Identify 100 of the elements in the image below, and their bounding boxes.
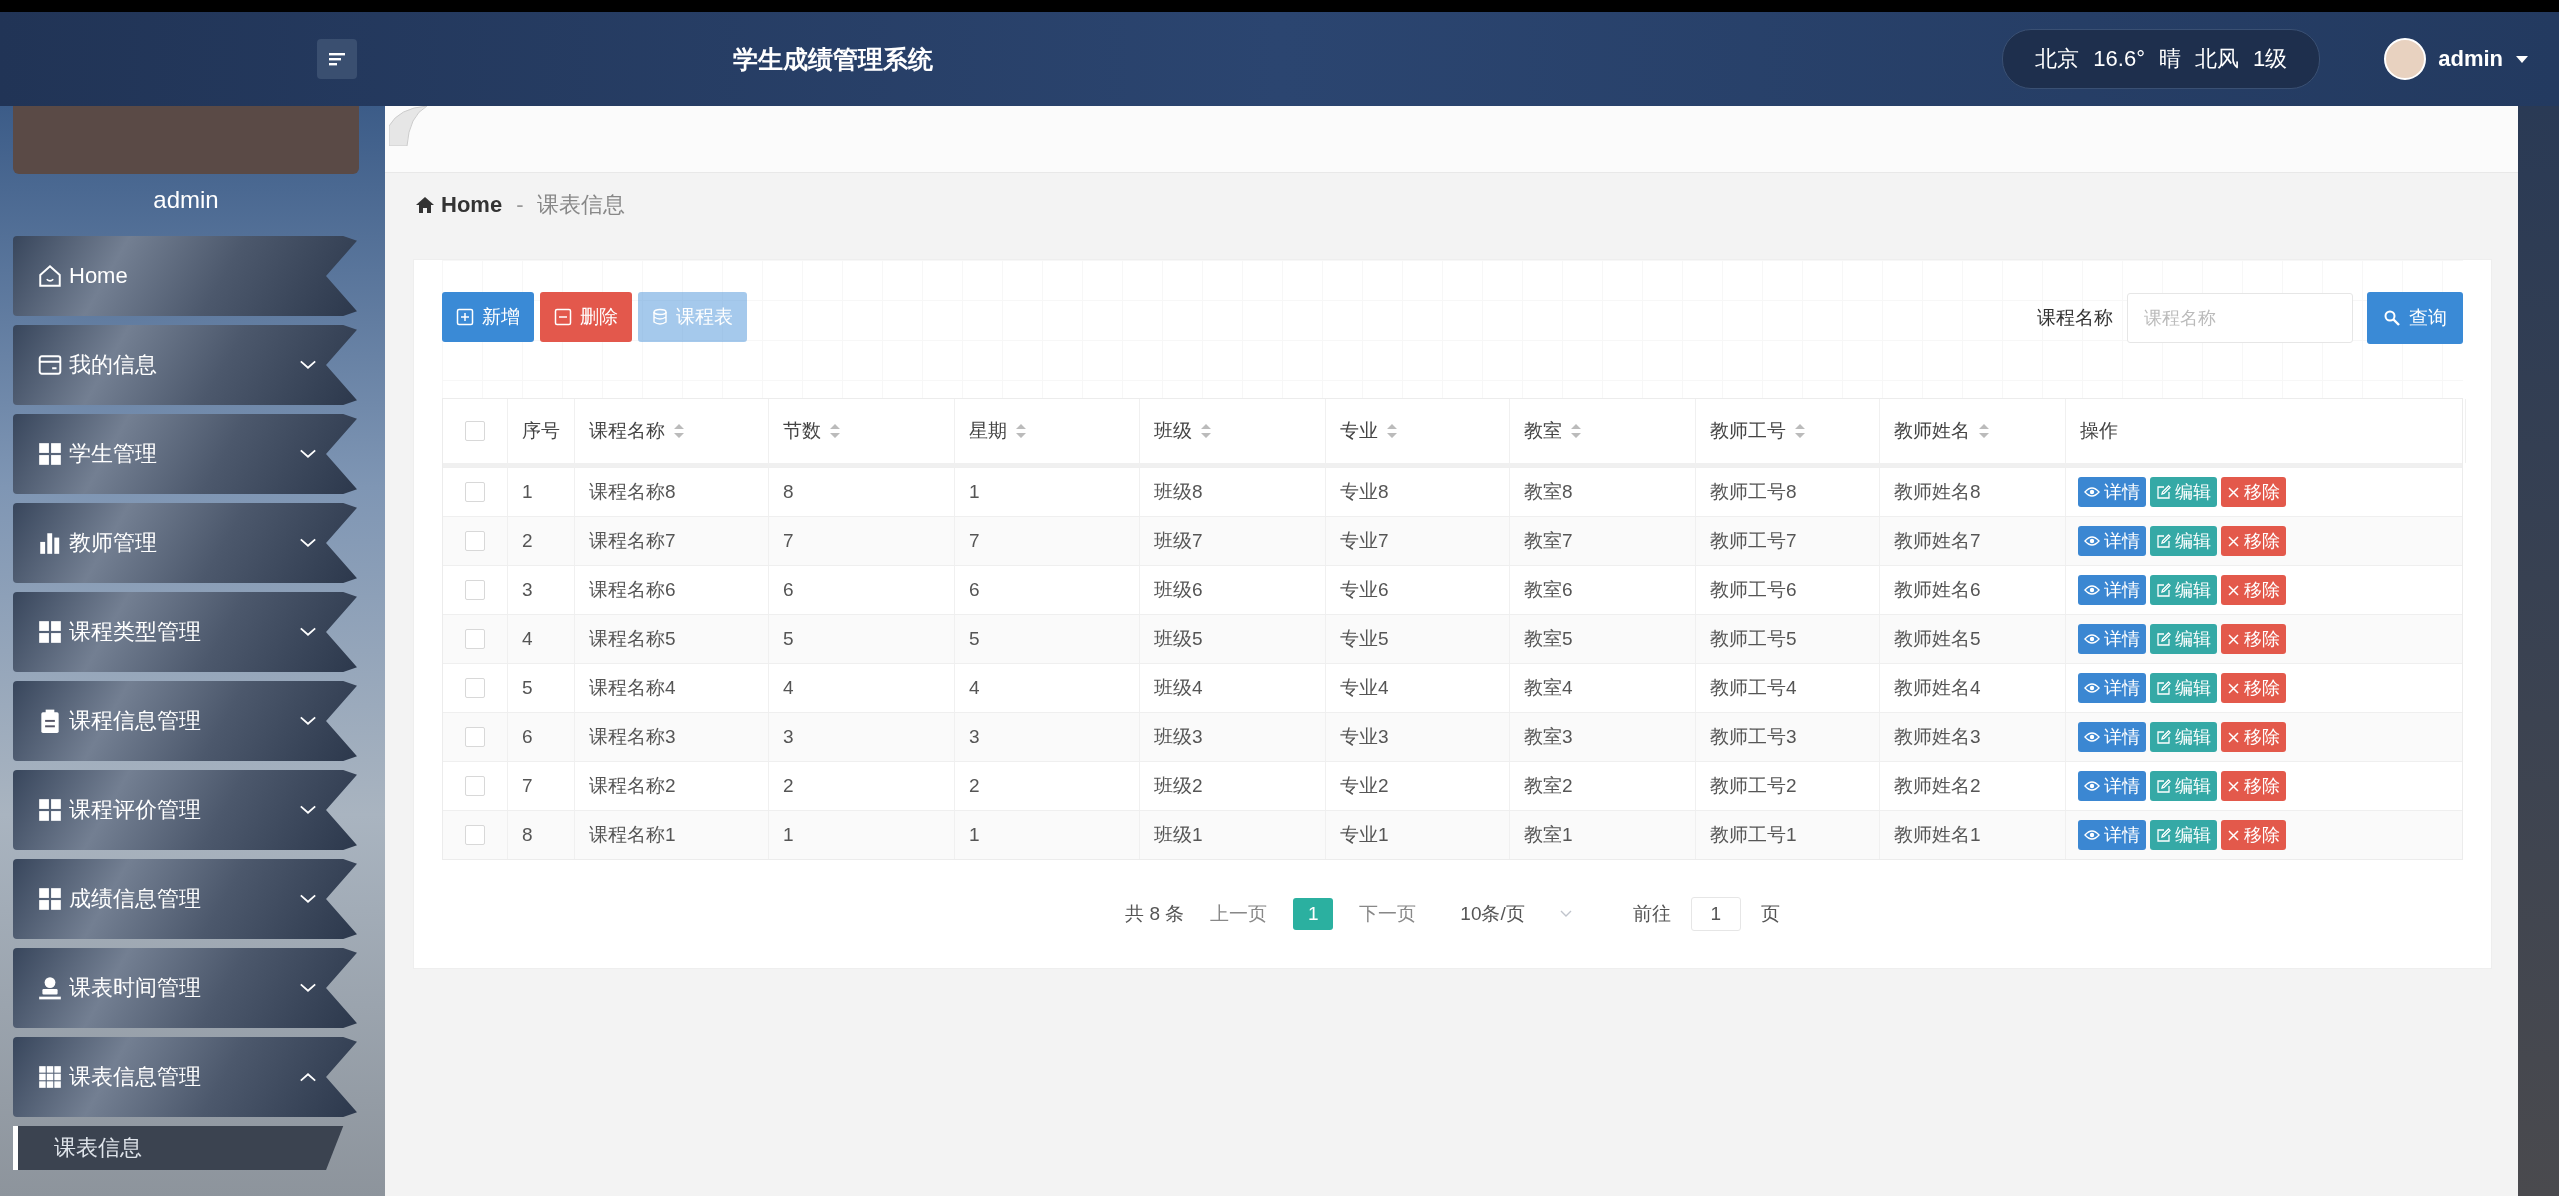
page-size-select[interactable]: 10条/页 [1460,901,1573,927]
sidebar-menu-item[interactable]: 成绩信息管理 [13,859,357,939]
breadcrumb-home[interactable]: Home [441,192,503,218]
sidebar-menu-item[interactable]: 教师管理 [13,503,357,583]
view-button[interactable]: 详情 [2078,526,2146,556]
sort-icon[interactable] [1386,423,1398,439]
view-button[interactable]: 详情 [2078,624,2146,654]
sidebar-menu-item[interactable]: 学生管理 [13,414,357,494]
remove-button[interactable]: 移除 [2221,673,2286,703]
caret-icon[interactable] [2515,54,2529,64]
remove-button[interactable]: 移除 [2221,771,2286,801]
page-number-button[interactable]: 1 [1293,898,1334,930]
select-all-checkbox[interactable] [465,421,485,441]
row-checkbox[interactable] [465,727,485,747]
table-cell-text: 班级7 [1154,529,1203,553]
table-cell-text: 教师工号3 [1710,725,1797,749]
delete-button[interactable]: 删除 [540,292,632,342]
card-icon [37,352,63,378]
column-header[interactable]: 班级 [1140,399,1326,463]
row-checkbox[interactable] [465,825,485,845]
sort-icon[interactable] [673,423,685,439]
edit-button[interactable]: 编辑 [2150,820,2217,850]
column-header[interactable]: 课程名称 [575,399,769,463]
table-cell: 1 [783,824,794,846]
table-cell: 3 [522,579,533,601]
sidebar-menu-item[interactable]: Home [13,236,357,316]
row-checkbox[interactable] [465,482,485,502]
column-header[interactable]: 教师工号 [1696,399,1880,463]
weather-city: 北京 [2035,45,2080,73]
sort-icon[interactable] [1794,423,1806,439]
close-icon [2227,779,2240,793]
view-button[interactable]: 详情 [2078,771,2146,801]
sidebar-menu-item[interactable]: 课表时间管理 [13,948,357,1028]
column-header[interactable]: 操作 [2066,399,2466,463]
table-cell: 1 [969,481,980,503]
edit-icon [2156,533,2171,549]
table-cell-text: 班级5 [1154,627,1203,651]
row-checkbox[interactable] [465,678,485,698]
sidebar-menu-item[interactable]: 课程评价管理 [13,770,357,850]
remove-button[interactable]: 移除 [2221,820,2286,850]
total-count: 共 8 条 [1125,902,1185,926]
user-name[interactable]: admin [2438,46,2503,72]
sidebar-menu-item[interactable]: 课表信息管理 [13,1037,357,1117]
sort-icon[interactable] [829,423,841,439]
edit-button[interactable]: 编辑 [2150,624,2217,654]
search-button[interactable]: 查询 [2367,292,2463,344]
table-cell-text: 课程名称5 [589,627,676,651]
row-checkbox[interactable] [465,580,485,600]
column-header[interactable]: 专业 [1326,399,1510,463]
table-cell: 4 [969,677,980,699]
view-button[interactable]: 详情 [2078,722,2146,752]
table-cell-text: 专业1 [1340,823,1389,847]
next-page-button[interactable]: 下一页 [1353,901,1423,927]
search-field[interactable]: 课程名称 [2127,293,2353,343]
previous-page-button[interactable]: 上一页 [1204,901,1274,927]
table-cell-text: 教师工号8 [1710,480,1797,504]
edit-button[interactable]: 编辑 [2150,771,2217,801]
remove-button[interactable]: 移除 [2221,526,2286,556]
avatar[interactable] [2384,38,2427,80]
edit-button[interactable]: 编辑 [2150,477,2217,507]
sidebar-menu-item[interactable]: 课程信息管理 [13,681,357,761]
view-button[interactable]: 详情 [2078,673,2146,703]
remove-button[interactable]: 移除 [2221,477,2286,507]
edit-button[interactable]: 编辑 [2150,526,2217,556]
remove-button[interactable]: 移除 [2221,575,2286,605]
add-button[interactable]: 新增 [442,292,534,342]
view-button[interactable]: 详情 [2078,820,2146,850]
search-icon [2383,309,2401,327]
plus-square-icon [456,308,474,326]
edit-button[interactable]: 编辑 [2150,575,2217,605]
sort-icon[interactable] [1015,423,1027,439]
menu-toggle-button[interactable] [317,39,357,79]
column-header[interactable]: 节数 [769,399,955,463]
goto-page-field[interactable]: 1 [1690,897,1741,931]
sort-icon[interactable] [1570,423,1582,439]
sidebar-menu-item[interactable]: 我的信息 [13,325,357,405]
eye-icon [2084,780,2100,792]
remove-button[interactable]: 移除 [2221,722,2286,752]
table-cell-text: 课程名称6 [589,578,676,602]
column-header[interactable]: 教师姓名 [1880,399,2066,463]
table-cell-text: 专业6 [1340,578,1389,602]
sort-icon[interactable] [1200,423,1212,439]
view-button[interactable]: 详情 [2078,477,2146,507]
sort-icon[interactable] [1978,423,1990,439]
edit-button[interactable]: 编辑 [2150,673,2217,703]
row-checkbox[interactable] [465,629,485,649]
column-header[interactable]: 教室 [1510,399,1696,463]
edit-icon [2156,582,2171,598]
remove-button[interactable]: 移除 [2221,624,2286,654]
chevron-icon [299,982,317,994]
column-header[interactable]: 星期 [955,399,1140,463]
view-button[interactable]: 详情 [2078,575,2146,605]
table-cell-text: 教师工号1 [1710,823,1797,847]
column-header[interactable]: 序号 [508,399,575,463]
table-cell-text: 教室4 [1524,676,1573,700]
table-cell-text: 专业4 [1340,676,1389,700]
row-checkbox[interactable] [465,776,485,796]
sidebar-menu-item[interactable]: 课程类型管理 [13,592,357,672]
edit-button[interactable]: 编辑 [2150,722,2217,752]
row-checkbox[interactable] [465,531,485,551]
